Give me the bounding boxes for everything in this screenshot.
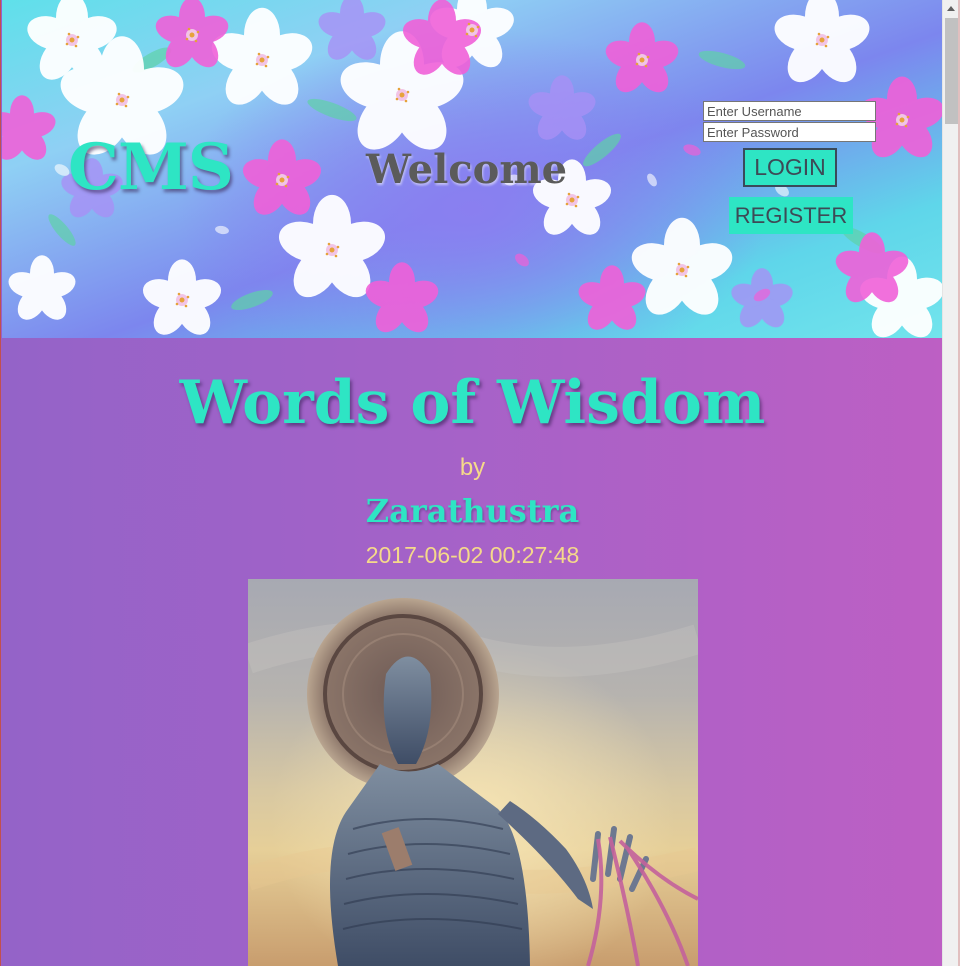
post-title: Words of Wisdom — [179, 368, 766, 438]
robed-figure-with-halo-illustration — [248, 579, 698, 966]
password-input[interactable] — [703, 122, 876, 142]
page-frame: CMS Welcome LOGIN REGISTER Words of Wisd… — [0, 0, 942, 966]
site-logo[interactable]: CMS — [68, 130, 234, 205]
login-button[interactable]: LOGIN — [743, 148, 837, 187]
header-banner: CMS Welcome LOGIN REGISTER — [2, 0, 942, 338]
post-content: Words of Wisdom by Zarathustra 2017-06-0… — [2, 338, 942, 966]
register-button[interactable]: REGISTER — [729, 197, 853, 234]
scroll-thumb[interactable] — [945, 18, 958, 124]
byline-label: by — [459, 454, 486, 481]
username-input[interactable] — [703, 101, 876, 121]
post-image — [248, 579, 698, 966]
post-date: 2017-06-02 00:27:48 — [365, 542, 580, 568]
login-form — [703, 101, 879, 143]
welcome-heading: Welcome — [366, 146, 568, 193]
post-author[interactable]: Zarathustra — [2, 492, 942, 530]
